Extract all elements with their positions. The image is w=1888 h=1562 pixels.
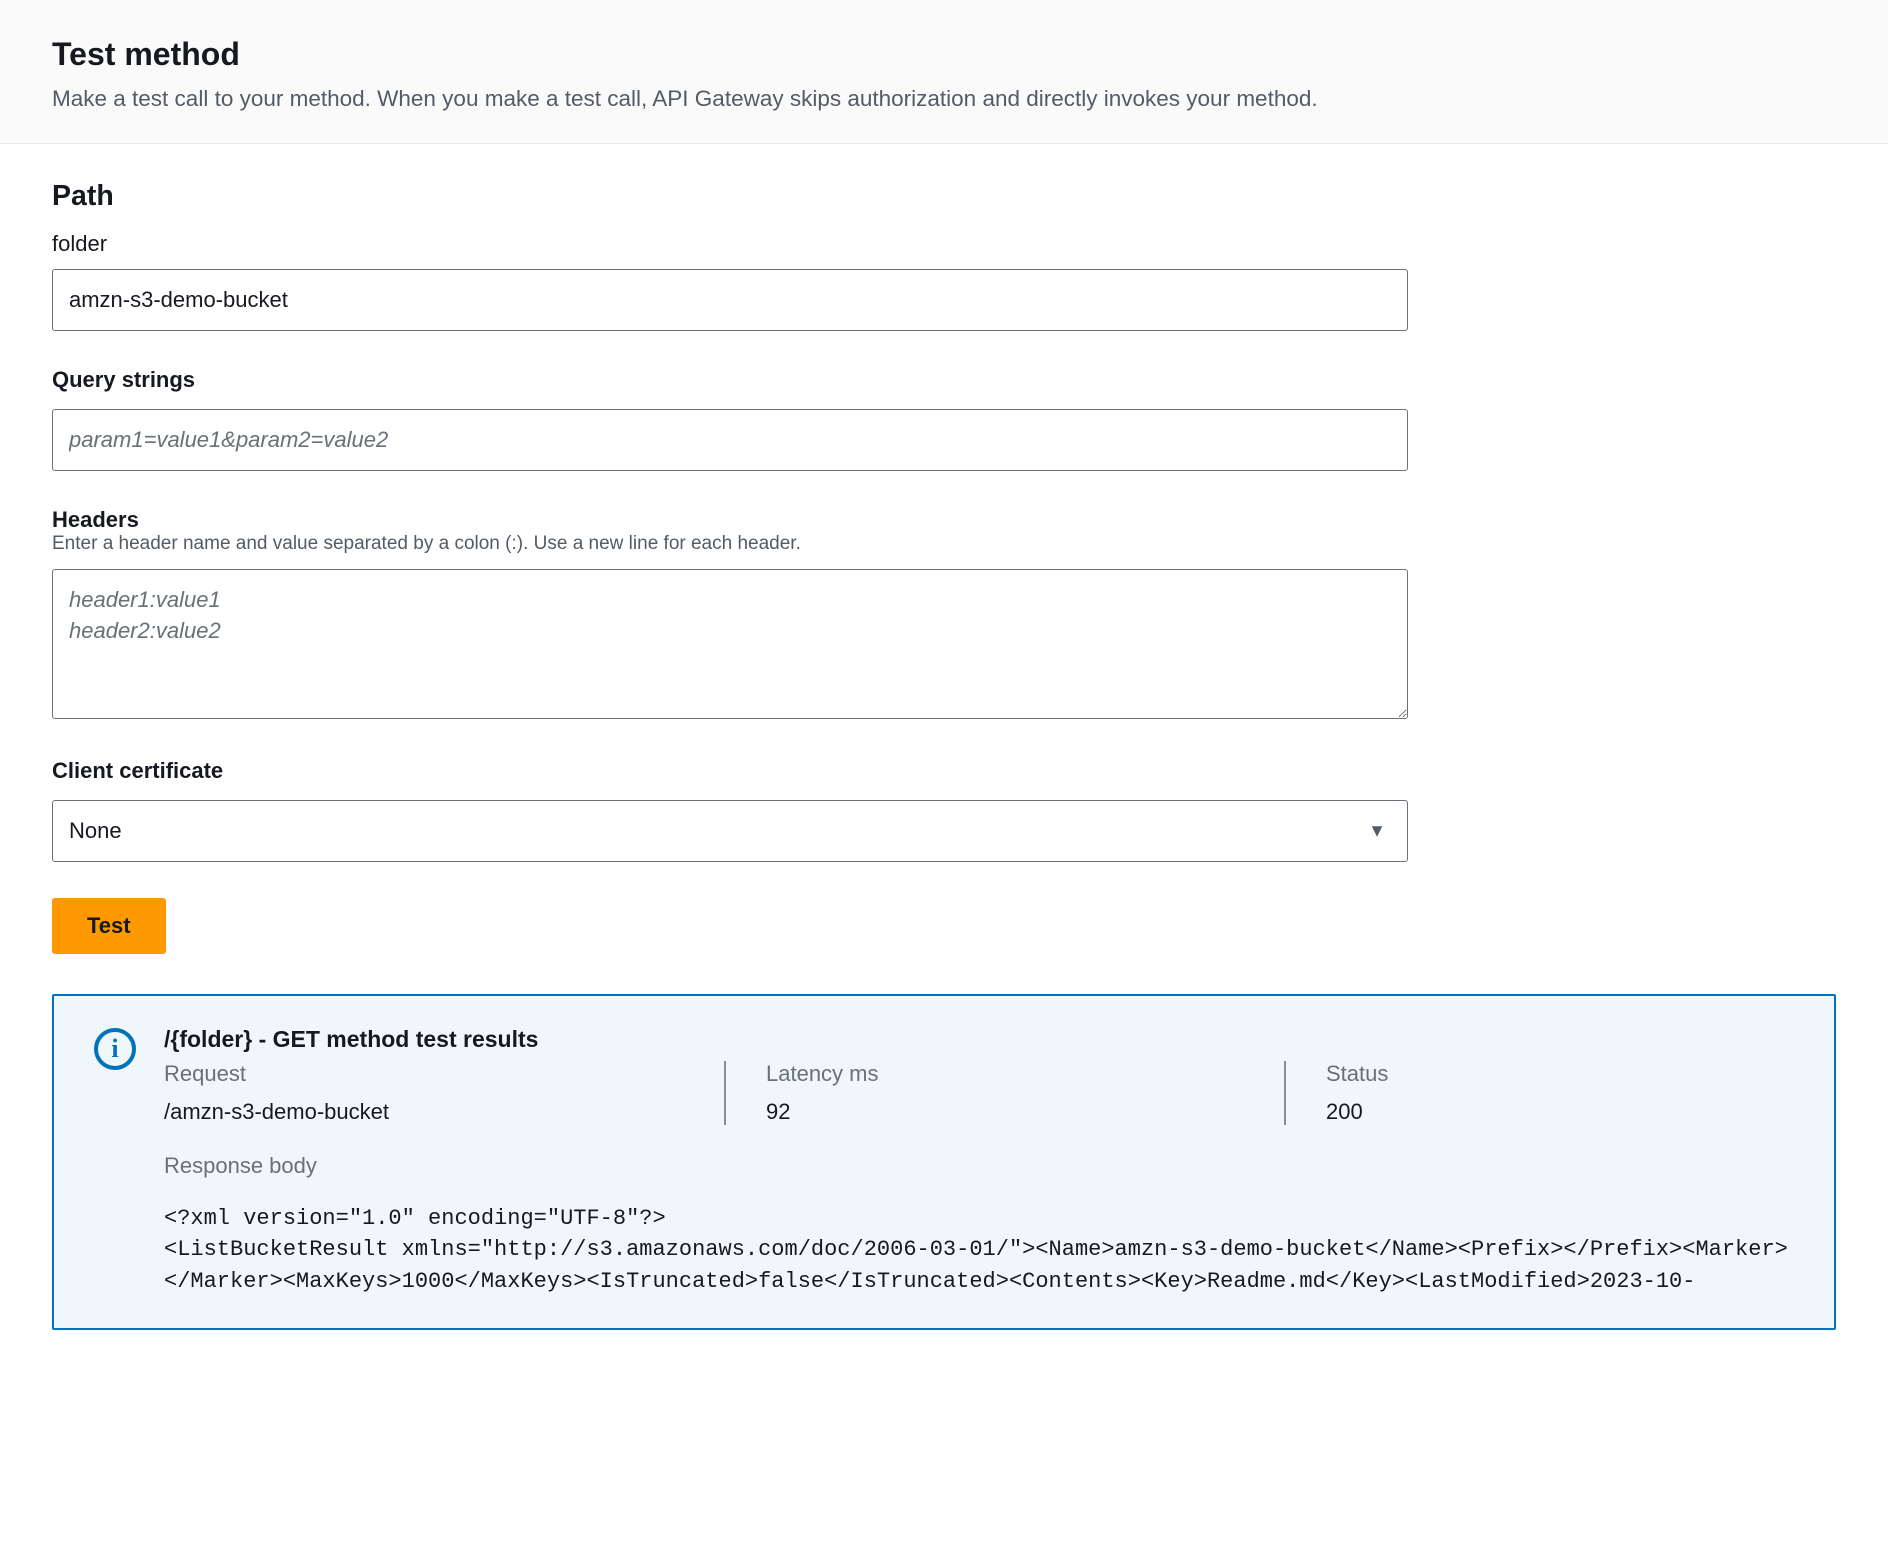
response-body-content: <?xml version="1.0" encoding="UTF-8"?> <… — [164, 1203, 1794, 1299]
test-results-body: /{folder} - GET method test results Requ… — [164, 1026, 1794, 1299]
test-button-row: Test — [52, 898, 1836, 954]
folder-input[interactable] — [52, 269, 1408, 331]
query-strings-input[interactable] — [52, 409, 1408, 471]
client-certificate-select-wrap[interactable]: None ▼ — [52, 800, 1408, 862]
page-description: Make a test call to your method. When yo… — [52, 83, 1836, 115]
client-certificate-selected-value: None — [69, 818, 122, 844]
test-results-panel: i /{folder} - GET method test results Re… — [52, 994, 1836, 1331]
path-section: Path folder — [52, 180, 1836, 331]
page-header: Test method Make a test call to your met… — [0, 0, 1888, 144]
results-request-col: Request /amzn-s3-demo-bucket — [164, 1061, 724, 1125]
response-body-label: Response body — [164, 1153, 1794, 1179]
test-results-title: /{folder} - GET method test results — [164, 1026, 1794, 1053]
query-strings-heading: Query strings — [52, 367, 1836, 393]
client-certificate-section: Client certificate None ▼ — [52, 758, 1836, 862]
results-status-col: Status 200 — [1284, 1061, 1428, 1125]
headers-textarea[interactable] — [52, 569, 1408, 719]
results-request-value: /amzn-s3-demo-bucket — [164, 1099, 684, 1125]
results-request-label: Request — [164, 1061, 684, 1087]
info-icon-wrap: i — [94, 1026, 136, 1299]
results-latency-col: Latency ms 92 — [724, 1061, 1284, 1125]
test-results-grid: Request /amzn-s3-demo-bucket Latency ms … — [164, 1061, 1794, 1125]
folder-field-label: folder — [52, 231, 1836, 257]
client-certificate-heading: Client certificate — [52, 758, 1836, 784]
results-status-label: Status — [1326, 1061, 1388, 1087]
headers-heading: Headers — [52, 507, 1836, 533]
content-area: Path folder Query strings Headers Enter … — [0, 144, 1888, 1331]
results-latency-value: 92 — [766, 1099, 1244, 1125]
client-certificate-select[interactable]: None — [52, 800, 1408, 862]
test-method-page: Test method Make a test call to your met… — [0, 0, 1888, 1330]
path-heading: Path — [52, 180, 1836, 213]
headers-section: Headers Enter a header name and value se… — [52, 507, 1836, 722]
test-button[interactable]: Test — [52, 898, 166, 954]
results-latency-label: Latency ms — [766, 1061, 1244, 1087]
results-status-value: 200 — [1326, 1099, 1388, 1125]
page-title: Test method — [52, 36, 1836, 73]
query-strings-section: Query strings — [52, 367, 1836, 471]
headers-help: Enter a header name and value separated … — [52, 533, 1836, 555]
info-icon: i — [94, 1028, 136, 1070]
